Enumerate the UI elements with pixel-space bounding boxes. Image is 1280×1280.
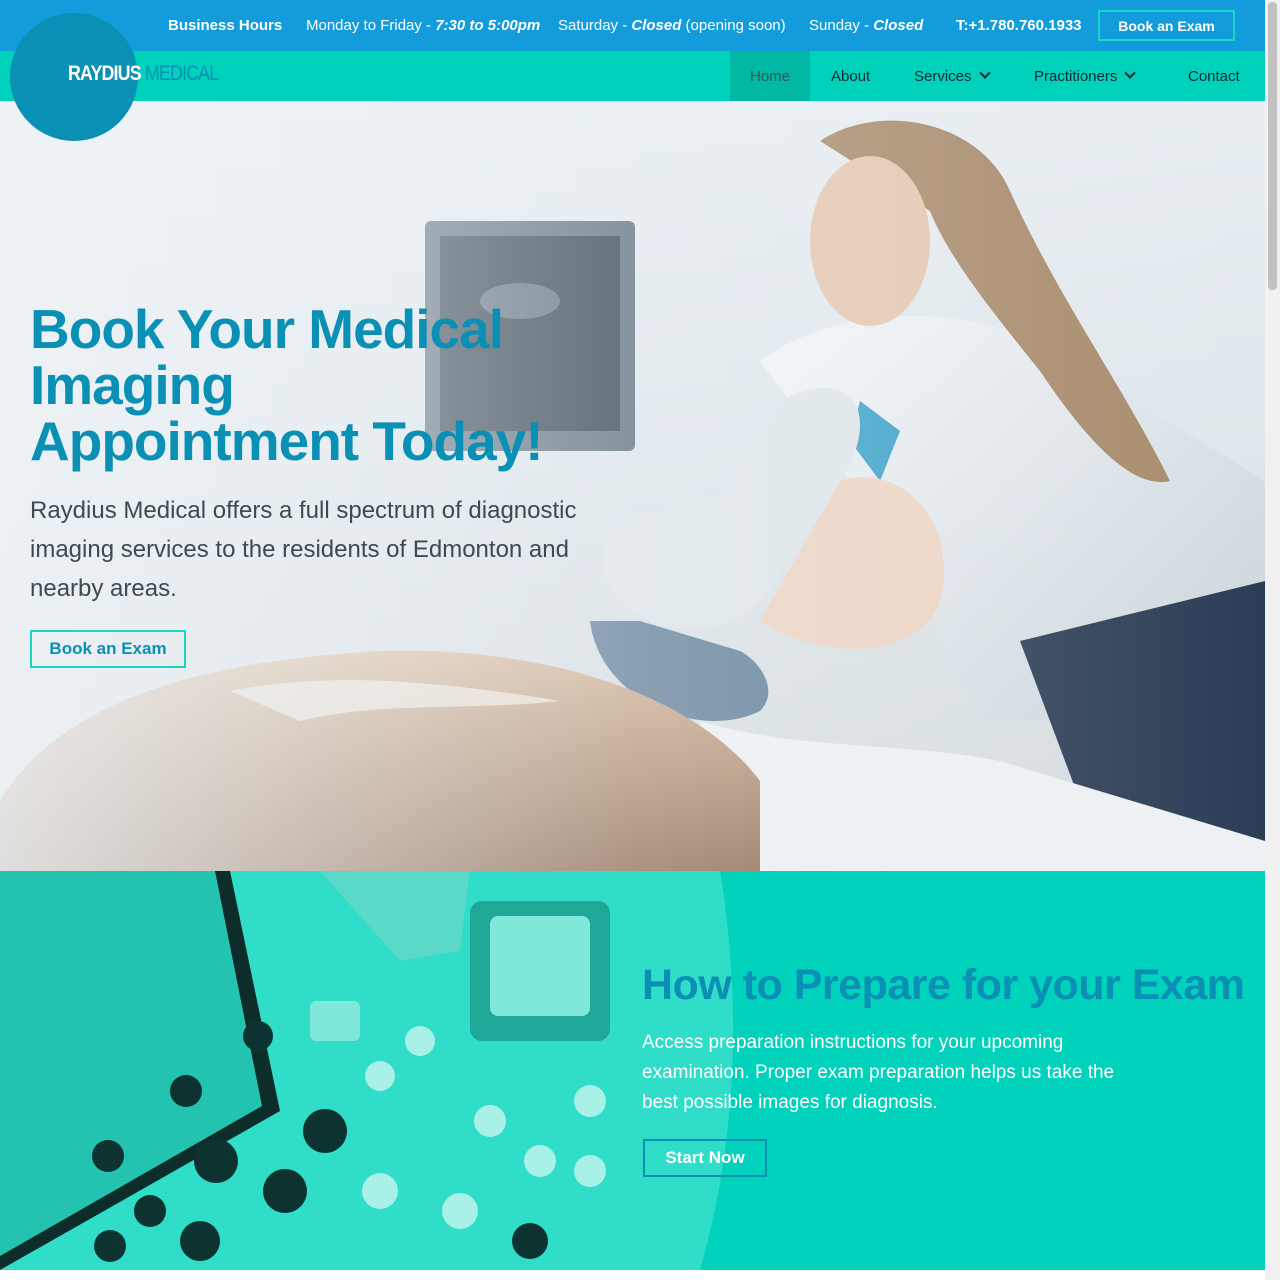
start-now-button[interactable]: Start Now (643, 1139, 767, 1177)
weekday-hours: Monday to Friday - 7:30 to 5:00pm (306, 17, 541, 34)
hero-ultrasound-image (0, 101, 1265, 871)
sunday-hours: Sunday - Closed (809, 17, 924, 34)
hero-subtitle: Raydius Medical offers a full spectrum o… (30, 497, 577, 602)
prep-section: How to Prepare for your Exam Access prep… (0, 871, 1265, 1270)
nav-services[interactable]: Services (894, 51, 1009, 101)
book-exam-hero-button[interactable]: Book an Exam (30, 630, 186, 668)
chevron-down-icon (1124, 67, 1137, 79)
nav-practitioners[interactable]: Practitioners (1014, 51, 1154, 101)
nav-about[interactable]: About (811, 51, 890, 101)
business-hours-label: Business Hours (168, 17, 283, 34)
saturday-hours: Saturday - Closed (opening soon) (558, 17, 786, 34)
nav-contact[interactable]: Contact (1168, 51, 1260, 101)
nav-home[interactable]: Home (730, 51, 811, 101)
chevron-down-icon (978, 67, 991, 79)
scrollbar-thumb[interactable] (1268, 2, 1277, 290)
book-exam-top-button[interactable]: Book an Exam (1098, 10, 1235, 41)
hero-title: Book Your Medical Imaging Appointment To… (30, 298, 544, 472)
logo[interactable]: RAYDIUS MEDICAL (68, 62, 219, 86)
prep-title: How to Prepare for your Exam (642, 961, 1245, 1009)
top-info-bar: Business Hours Monday to Friday - 7:30 t… (0, 0, 1265, 51)
hero-section: Book Your Medical Imaging Appointment To… (0, 101, 1265, 871)
phone-link[interactable]: T:+1.780.760.1933 (956, 17, 1082, 34)
prep-description: Access preparation instructions for your… (642, 1032, 1115, 1113)
page-scrollbar[interactable] (1265, 0, 1280, 1280)
